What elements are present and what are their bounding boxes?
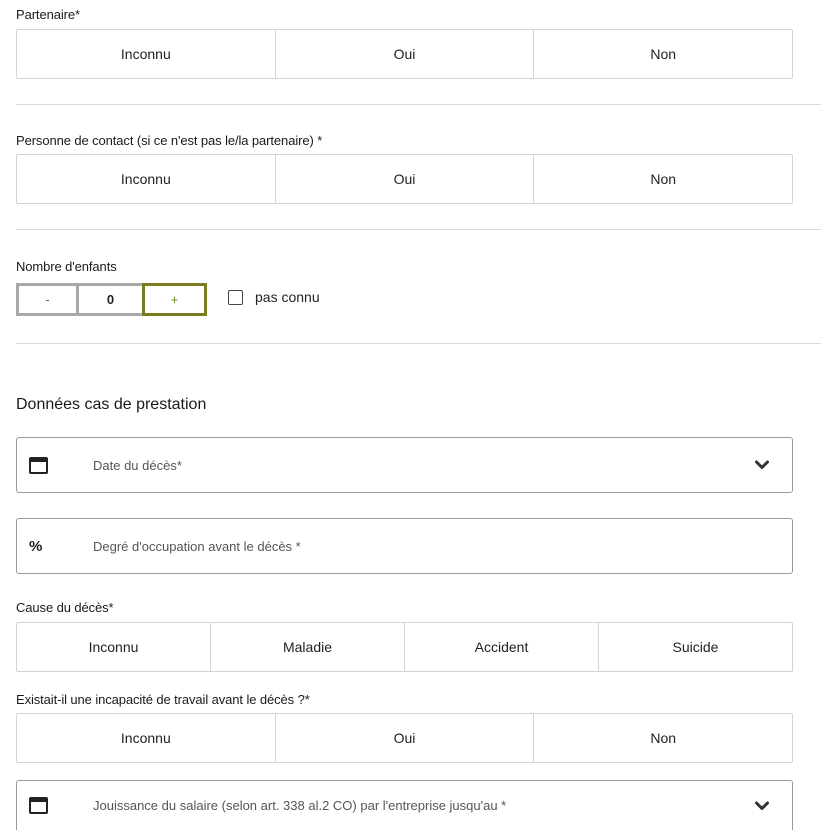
- jouissance-salaire-field[interactable]: Jouissance du salaire (selon art. 338 al…: [16, 780, 793, 830]
- enfants-value[interactable]: 0: [79, 283, 142, 316]
- calendar-icon-wrap: [17, 456, 79, 474]
- contact-option-inconnu[interactable]: Inconnu: [17, 155, 276, 203]
- date-deces-field[interactable]: Date du décès*: [16, 437, 793, 493]
- incapacite-option-non[interactable]: Non: [534, 714, 792, 762]
- divider: [16, 343, 821, 344]
- pas-connu-checkbox[interactable]: [228, 289, 243, 305]
- section-title: Données cas de prestation: [16, 396, 207, 413]
- contact-option-oui[interactable]: Oui: [276, 155, 535, 203]
- partenaire-option-inconnu[interactable]: Inconnu: [17, 30, 276, 78]
- degre-occupation-field[interactable]: % Degré d'occupation avant le décès *: [16, 518, 793, 574]
- cause-option-maladie[interactable]: Maladie: [211, 623, 405, 671]
- incapacite-option-oui[interactable]: Oui: [276, 714, 535, 762]
- divider: [16, 104, 821, 105]
- partenaire-option-non[interactable]: Non: [534, 30, 792, 78]
- degre-occupation-placeholder: Degré d'occupation avant le décès *: [93, 538, 301, 554]
- percent-icon-wrap: %: [17, 538, 79, 555]
- calendar-icon: [29, 456, 48, 474]
- cause-option-inconnu[interactable]: Inconnu: [17, 623, 211, 671]
- enfants-label: Nombre d'enfants: [16, 259, 117, 274]
- cause-label: Cause du décès*: [16, 600, 114, 615]
- pas-connu-label[interactable]: pas connu: [255, 289, 320, 305]
- chevron-down-icon[interactable]: [732, 460, 792, 470]
- contact-label: Personne de contact (si ce n'est pas le/…: [16, 133, 323, 148]
- incapacite-label: Existait-il une incapacité de travail av…: [16, 692, 310, 707]
- percent-icon: %: [29, 537, 43, 555]
- cause-option-accident[interactable]: Accident: [405, 623, 599, 671]
- partenaire-segmented-control: Inconnu Oui Non: [16, 29, 793, 79]
- date-deces-placeholder: Date du décès*: [93, 457, 182, 473]
- pas-connu-checkbox-group: pas connu: [228, 289, 320, 305]
- increment-button[interactable]: +: [142, 283, 207, 316]
- calendar-icon-wrap: [17, 797, 79, 814]
- enfants-stepper: - 0 +: [16, 283, 207, 316]
- divider: [16, 229, 821, 230]
- decrement-button[interactable]: -: [16, 283, 79, 316]
- cause-segmented-control: Inconnu Maladie Accident Suicide: [16, 622, 793, 672]
- chevron-down-icon[interactable]: [732, 801, 792, 811]
- contact-option-non[interactable]: Non: [534, 155, 792, 203]
- partenaire-label: Partenaire*: [16, 7, 80, 22]
- contact-segmented-control: Inconnu Oui Non: [16, 154, 793, 204]
- incapacite-segmented-control: Inconnu Oui Non: [16, 713, 793, 763]
- jouissance-salaire-placeholder: Jouissance du salaire (selon art. 338 al…: [93, 798, 507, 813]
- calendar-icon: [29, 797, 48, 814]
- cause-option-suicide[interactable]: Suicide: [599, 623, 792, 671]
- partenaire-option-oui[interactable]: Oui: [276, 30, 535, 78]
- incapacite-option-inconnu[interactable]: Inconnu: [17, 714, 276, 762]
